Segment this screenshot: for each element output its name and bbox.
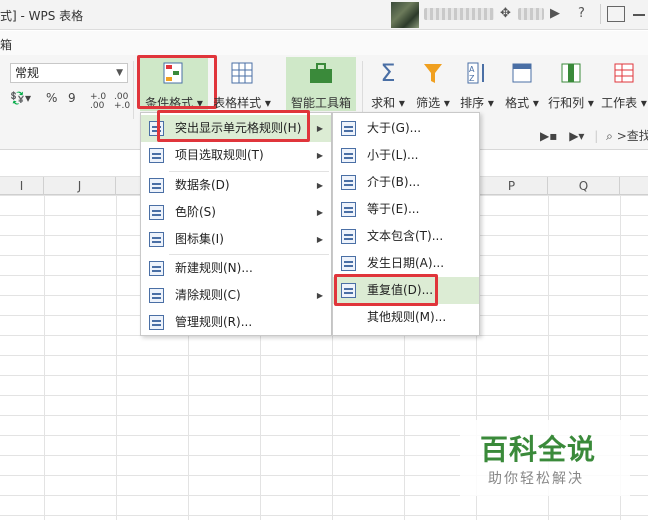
menu-item-color-scales[interactable]: 色阶(S) ▶ <box>141 199 331 226</box>
skin-icon[interactable]: ✥ <box>500 6 511 21</box>
tab-toolbox[interactable]: 箱 <box>0 36 12 53</box>
comma-button[interactable]: 9 <box>68 91 76 105</box>
submenu-arrow-icon: ▶ <box>316 291 323 300</box>
greater-than-icon <box>341 121 356 136</box>
submenu-arrow-icon: ▶ <box>316 235 323 244</box>
minimize-icon[interactable] <box>633 14 645 16</box>
column-header[interactable]: P <box>476 177 548 195</box>
highlight-box-highlight-cells <box>157 110 310 142</box>
table-style-label: 表格样式 ▾ <box>213 96 271 110</box>
number-format-value: 常规 <box>15 66 40 80</box>
menu-item-top-bottom[interactable]: 项目选取规则(T) ▶ <box>141 142 331 169</box>
restore-icon[interactable] <box>607 6 625 22</box>
filter-label: 筛选 ▾ <box>416 96 450 110</box>
manage-rules-icon <box>149 315 164 330</box>
smart-toolbox-button[interactable]: 智能工具箱 <box>286 57 356 111</box>
menu-item-date-occurring[interactable]: 发生日期(A)... <box>333 250 479 277</box>
format-button[interactable]: 格式 ▾ <box>500 57 544 111</box>
menu-item-between[interactable]: 介于(B)... <box>333 169 479 196</box>
toolbox-icon <box>310 63 332 83</box>
percent-button[interactable]: % <box>46 91 57 105</box>
title-bar: 式] - WPS 表格 ✥ ▶ ? <box>0 0 648 30</box>
menu-item-less-than[interactable]: 小于(L)... <box>333 142 479 169</box>
column-header[interactable]: I <box>0 177 44 195</box>
divider <box>133 61 134 119</box>
avatar[interactable] <box>391 2 419 28</box>
increase-decimal-button[interactable]: +.0.00 <box>90 93 106 111</box>
submenu-arrow-icon: ▶ <box>316 151 323 160</box>
user-name-blurred <box>424 8 494 20</box>
divider <box>362 61 363 119</box>
column-header[interactable]: Q <box>548 177 620 195</box>
find-label[interactable]: >查找 <box>617 129 648 143</box>
ribbon-tabs: 箱 <box>0 31 648 55</box>
menu-item-more-rules[interactable]: 其他规则(M)... <box>333 304 479 331</box>
worksheet-button[interactable]: 工作表 ▾ <box>600 57 648 111</box>
less-than-icon <box>341 148 356 163</box>
worksheet-icon <box>614 63 634 83</box>
search-icon[interactable]: ⌕ <box>606 129 613 143</box>
watermark-brand: 百科全说 <box>480 433 597 466</box>
text-contains-icon <box>341 229 356 244</box>
equal-to-icon <box>341 202 356 217</box>
row-col-label: 行和列 ▾ <box>548 96 594 110</box>
icon-sets-icon <box>149 232 164 247</box>
column-header[interactable]: J <box>44 177 116 195</box>
submenu-arrow-icon: ▶ <box>316 181 323 190</box>
help-icon[interactable]: ? <box>578 6 585 21</box>
smart-toolbox-label: 智能工具箱 <box>290 96 351 110</box>
top-bottom-icon <box>149 148 164 163</box>
menu-item-icon-sets[interactable]: 图标集(I) ▶ <box>141 226 331 253</box>
feedback-icon[interactable]: ▶ <box>550 6 560 21</box>
filter-icon <box>424 64 442 83</box>
row-col-button[interactable]: 行和列 ▾ <box>546 57 596 111</box>
sort-icon: A Z <box>467 62 484 84</box>
clear-rules-icon <box>149 288 164 303</box>
between-icon <box>341 175 356 190</box>
format-label: 格式 ▾ <box>505 96 539 110</box>
ribbon-secondary-row: ▶▪ ▶▾ | ⌕ >查找 <box>540 127 648 144</box>
macro-icon[interactable]: ▶▪ <box>540 129 557 143</box>
menu-item-data-bars[interactable]: 数据条(D) ▶ <box>141 172 331 199</box>
worksheet-label: 工作表 ▾ <box>601 96 647 110</box>
menu-item-manage-rules[interactable]: 管理规则(R)... <box>141 309 331 336</box>
svg-text:A: A <box>469 65 475 74</box>
submenu-arrow-icon: ▶ <box>316 124 323 133</box>
data-bars-icon <box>149 178 164 193</box>
highlight-box-conditional-format <box>137 55 217 109</box>
table-style-icon <box>231 62 253 84</box>
table-style-button[interactable]: 表格样式 ▾ <box>212 57 272 111</box>
toolbar-blurred <box>518 8 544 20</box>
color-scales-icon <box>149 205 164 220</box>
menu-item-text-contains[interactable]: 文本包含(T)... <box>333 223 479 250</box>
submenu-arrow-icon: ▶ <box>316 208 323 217</box>
sigma-icon: Σ <box>380 59 396 87</box>
row-col-icon <box>561 63 581 83</box>
chevron-down-icon: ▼ <box>116 68 123 78</box>
menu-item-greater-than[interactable]: 大于(G)... <box>333 115 479 142</box>
watermark-tagline: 助你轻松解决 <box>488 471 584 487</box>
svg-text:Z: Z <box>469 74 475 83</box>
filter-button[interactable]: 筛选 ▾ <box>412 57 454 111</box>
watermark: 百科全说 助你轻松解决 <box>460 420 630 496</box>
menu-item-new-rule[interactable]: 新建规则(N)... <box>141 255 331 282</box>
record-icon[interactable]: ▶▾ <box>569 129 584 143</box>
sort-button[interactable]: A Z 排序 ▾ <box>456 57 498 111</box>
new-rule-icon <box>149 261 164 276</box>
sort-label: 排序 ▾ <box>460 96 494 110</box>
window-title: 式] - WPS 表格 <box>0 9 84 23</box>
sum-label: 求和 ▾ <box>371 96 405 110</box>
sum-button[interactable]: Σ 求和 ▾ <box>368 57 408 111</box>
currency-icon[interactable]: 💱▾ <box>10 91 31 105</box>
format-icon <box>512 63 532 83</box>
number-format-select[interactable]: 常规 ▼ <box>10 63 128 83</box>
highlight-box-duplicate-values <box>334 274 438 306</box>
menu-item-clear-rules[interactable]: 清除规则(C) ▶ <box>141 282 331 309</box>
conditional-format-menu: 突出显示单元格规则(H) ▶ 项目选取规则(T) ▶ 数据条(D) ▶ 色阶(S… <box>140 112 332 336</box>
decrease-decimal-button[interactable]: .00 +.0 <box>114 93 130 111</box>
divider <box>600 4 601 24</box>
divider: | <box>594 129 599 143</box>
menu-item-equal-to[interactable]: 等于(E)... <box>333 196 479 223</box>
calendar-icon <box>341 256 356 271</box>
